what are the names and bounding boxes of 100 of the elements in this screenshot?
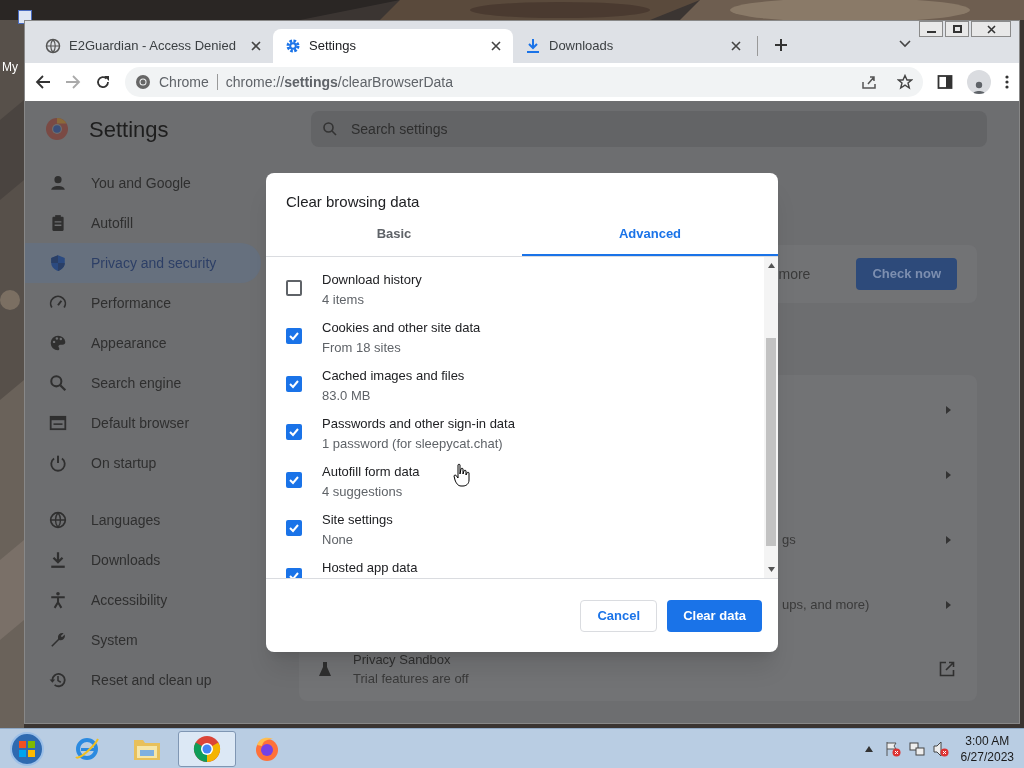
- row-subtitle: Trial features are off: [353, 670, 470, 688]
- option-label: Cached images and files: [322, 367, 465, 385]
- menu-icon[interactable]: [1005, 74, 1009, 90]
- clipboard-icon: [49, 214, 67, 232]
- speaker-muted-icon[interactable]: [932, 740, 949, 757]
- dialog-title: Clear browsing data: [285, 192, 421, 212]
- address-bar[interactable]: Chrome chrome://settings/clearBrowserData: [125, 67, 923, 97]
- wrench-icon: [49, 631, 67, 649]
- search-icon: [49, 374, 67, 392]
- checkbox[interactable]: [286, 376, 302, 392]
- person-icon: [49, 174, 67, 192]
- new-tab-icon[interactable]: [774, 38, 788, 52]
- cancel-button[interactable]: Cancel: [580, 599, 658, 632]
- tray-arrow-icon[interactable]: [864, 745, 873, 752]
- profile-avatar[interactable]: [967, 70, 991, 94]
- taskbar-button[interactable]: [178, 730, 236, 767]
- dialog-tab[interactable]: Basic: [266, 213, 522, 256]
- network-icon[interactable]: [908, 740, 925, 757]
- scroll-up-icon[interactable]: [767, 263, 775, 268]
- star-icon[interactable]: [897, 74, 913, 90]
- download-icon: [49, 551, 67, 569]
- flask-icon: [317, 661, 333, 677]
- external-link-icon[interactable]: [939, 661, 955, 677]
- browser-window-icon: [49, 414, 67, 432]
- palette-icon: [49, 334, 67, 352]
- close-icon[interactable]: [731, 41, 741, 51]
- sidebar-item[interactable]: Autofill: [25, 203, 261, 243]
- privacy-sandbox-row[interactable]: Privacy Sandbox Trial features are off: [299, 639, 977, 699]
- option-label: Site settings: [322, 511, 393, 529]
- option-detail: None: [322, 531, 355, 549]
- row-title: Privacy Sandbox: [353, 650, 452, 669]
- clock-time[interactable]: 3:00 AM: [965, 732, 1010, 749]
- hand-cursor-icon: [453, 463, 471, 487]
- sidebar-item[interactable]: On startup: [25, 443, 261, 483]
- start-button[interactable]: [10, 731, 44, 766]
- url-text: chrome://settings/clearBrowserData: [225, 72, 453, 92]
- scroll-down-icon[interactable]: [767, 567, 775, 572]
- clock-date[interactable]: 6/27/2023: [960, 748, 1014, 765]
- settings-icon: [285, 38, 301, 54]
- sidebar-item[interactable]: Default browser: [25, 403, 261, 443]
- forward-icon[interactable]: [65, 74, 81, 90]
- sidebar-item[interactable]: Languages: [25, 500, 261, 540]
- option-label: Autofill form data: [322, 463, 420, 481]
- sidebar-item[interactable]: Performance: [25, 283, 261, 323]
- minimize-button[interactable]: [919, 21, 943, 37]
- dialog-tab[interactable]: Advanced: [522, 213, 778, 256]
- power-icon: [49, 454, 67, 472]
- option-detail: 4 suggestions: [322, 483, 404, 501]
- chrome-icon: [193, 734, 221, 763]
- clear-data-button[interactable]: Clear data: [667, 599, 762, 632]
- checkbox[interactable]: [286, 424, 302, 440]
- option-label: Hosted app data: [322, 559, 418, 577]
- option-detail: From 18 sites: [322, 339, 402, 357]
- globe-icon: [45, 38, 61, 54]
- checkbox[interactable]: [286, 520, 302, 536]
- share-icon[interactable]: [861, 74, 877, 90]
- browser-tab[interactable]: Settings: [273, 29, 513, 63]
- row-text: ups, and more): [782, 595, 871, 614]
- chrome-logo: [45, 117, 69, 141]
- scrollbar[interactable]: [764, 257, 778, 578]
- sidebar-item[interactable]: Downloads: [25, 540, 261, 580]
- sidebar-item[interactable]: You and Google: [25, 163, 261, 203]
- checkbox[interactable]: [286, 472, 302, 488]
- restore-button[interactable]: [945, 21, 969, 37]
- close-icon[interactable]: [251, 41, 261, 51]
- browser-tab[interactable]: E2Guardian - Access Denied: [33, 29, 273, 63]
- search-field[interactable]: Search settings: [311, 111, 987, 147]
- sidebar-item[interactable]: Search engine: [25, 363, 261, 403]
- chevron-down-icon[interactable]: [899, 40, 911, 48]
- sidebar-item[interactable]: System: [25, 620, 261, 660]
- chevron-right-icon[interactable]: [946, 535, 951, 544]
- close-icon[interactable]: [491, 41, 501, 51]
- option-detail: 1 password (for sleepycat.chat): [322, 435, 504, 453]
- checkbox[interactable]: [286, 280, 302, 296]
- close-icon[interactable]: [986, 24, 996, 34]
- page-title: Settings: [89, 115, 170, 144]
- flag-error-icon[interactable]: [884, 740, 901, 757]
- browser-tab[interactable]: Downloads: [513, 29, 753, 63]
- reload-icon[interactable]: [95, 74, 111, 90]
- sidebar-item[interactable]: Reset and clean up: [25, 660, 261, 700]
- chevron-right-icon[interactable]: [946, 600, 951, 609]
- sidebar-item[interactable]: Privacy and security: [25, 243, 261, 283]
- checkbox[interactable]: [286, 328, 302, 344]
- desktop-icon-label[interactable]: My: [2, 58, 18, 76]
- back-icon[interactable]: [35, 74, 51, 90]
- history-icon: [49, 671, 67, 689]
- sidebar-item[interactable]: Appearance: [25, 323, 261, 363]
- search-icon: [323, 122, 337, 136]
- windows-logo-icon[interactable]: [18, 739, 36, 758]
- sidebar-item[interactable]: Accessibility: [25, 580, 261, 620]
- side-panel-icon[interactable]: [937, 74, 953, 90]
- site-label: Chrome: [159, 72, 209, 92]
- option-detail: 83.0 MB: [322, 387, 372, 405]
- check-now-button[interactable]: Check now: [856, 258, 957, 290]
- chevron-right-icon[interactable]: [946, 405, 951, 414]
- close-button[interactable]: [971, 21, 1011, 37]
- accessibility-icon: [49, 591, 67, 609]
- download-icon: [525, 38, 541, 54]
- chevron-right-icon[interactable]: [946, 470, 951, 479]
- tab-title: E2Guardian - Access Denied: [69, 37, 237, 56]
